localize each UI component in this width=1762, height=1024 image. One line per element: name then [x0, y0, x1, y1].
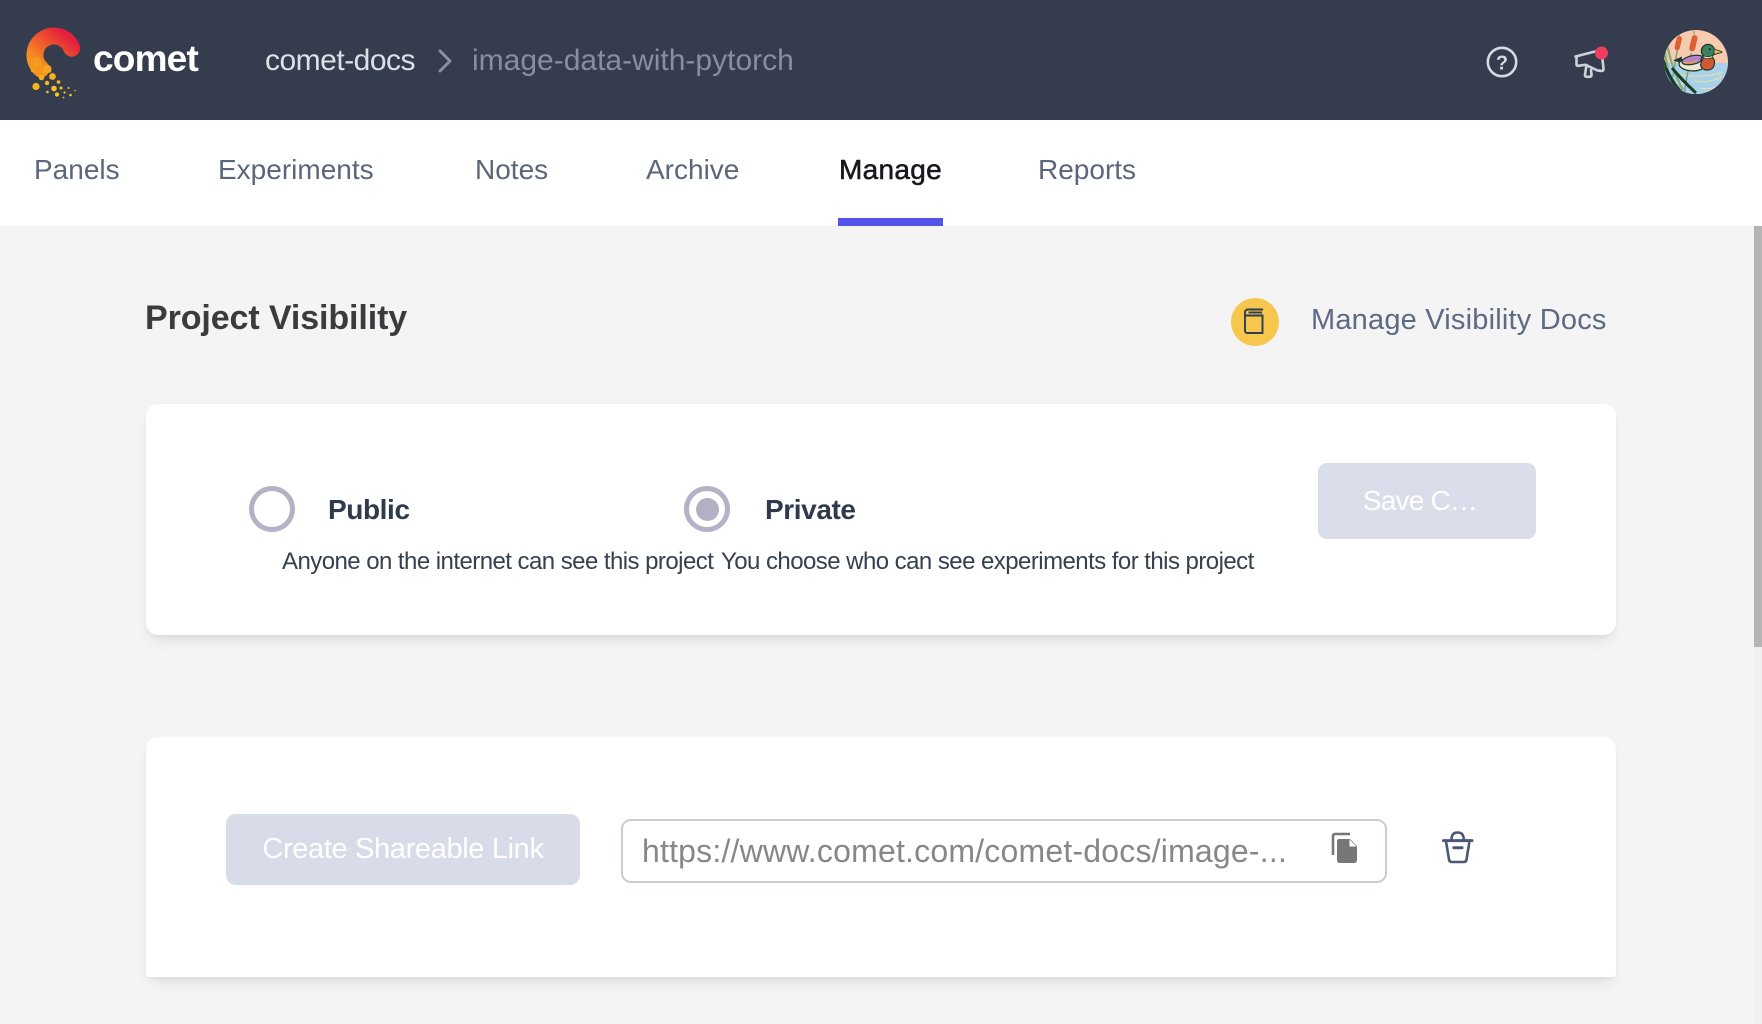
svg-text:?: ?: [1496, 53, 1508, 75]
